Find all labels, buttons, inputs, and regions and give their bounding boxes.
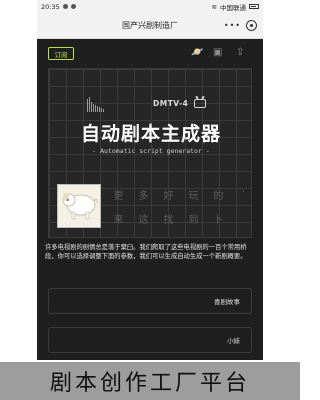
more-dots-icon[interactable]: ••• — [224, 21, 241, 30]
character-select-value: 小妹 — [227, 337, 240, 345]
banner-title: 自动剧本主成器 — [80, 123, 221, 145]
description-text: 许多电视剧的剧情总是落于窠臼。我们爬取了这些电视剧的一百个常用桥段，你可以选择调… — [45, 244, 247, 261]
page: 20:35 ≋ 中国联通 国产兴剧制造厂 ••• 订阅 🪐 ▣ ⇪ DMTV-4… — [0, 0, 300, 400]
character-select[interactable]: 小妹 — [48, 327, 252, 353]
char-cell: 到 — [188, 215, 199, 226]
caption-bar: 剧本创作工厂平台 — [0, 362, 300, 400]
char-cell: · — [241, 187, 246, 198]
char-cell: 更 — [113, 191, 124, 202]
phone-screen: 20:35 ≋ 中国联通 国产兴剧制造厂 ••• 订阅 🪐 ▣ ⇪ DMTV-4… — [37, 0, 263, 360]
char-cell: 玩 — [188, 191, 199, 202]
char-cell: 多 — [138, 191, 149, 202]
target-icon[interactable] — [246, 20, 257, 31]
chars-row-2: 来 这 找 到 卜 — [106, 211, 256, 226]
chars-row-1: 更 多 好 玩 的 · — [106, 187, 256, 202]
char-cell: 这 — [138, 215, 149, 226]
carrier-label: 中国联通 — [220, 3, 246, 12]
signal-bars-decoration — [87, 96, 104, 112]
banner-subtitle: - Automatic script generator - — [92, 147, 210, 155]
caption-text: 剧本创作工厂平台 — [49, 371, 250, 396]
page-title: 国产兴剧制造厂 — [122, 21, 178, 30]
brand-label: DMTV-4 — [153, 99, 189, 108]
genre-select[interactable]: 喜剧故事 — [48, 288, 252, 314]
app-header: 国产兴剧制造厂 ••• — [37, 13, 263, 39]
share-icon[interactable]: ⇪ — [236, 48, 244, 58]
wifi-icon: ≋ — [211, 2, 217, 11]
char-cell: 卜 — [213, 215, 224, 226]
status-bar: 20:35 ≋ 中国联通 — [37, 0, 263, 13]
char-cell: 找 — [163, 215, 174, 226]
notification-icon — [62, 4, 68, 9]
notification-icon — [70, 4, 76, 9]
banner-art: DMTV-4 自动剧本主成器 - Automatic script genera… — [48, 68, 252, 238]
char-cell: 的 — [213, 191, 224, 202]
toolbar: 订阅 🪐 ▣ ⇪ — [37, 44, 263, 64]
char-cell: 好 — [163, 191, 174, 202]
genre-select-value: 喜剧故事 — [214, 298, 240, 306]
subscribe-button[interactable]: 订阅 — [48, 47, 74, 60]
planet-icon[interactable]: 🪐 — [191, 48, 203, 58]
dog-illustration — [57, 184, 101, 228]
status-time: 20:35 — [41, 2, 60, 11]
save-icon[interactable]: ▣ — [213, 48, 222, 58]
char-cell — [231, 211, 256, 226]
char-cell: 来 — [113, 215, 124, 226]
battery-icon — [249, 4, 259, 9]
tv-icon — [194, 99, 207, 108]
